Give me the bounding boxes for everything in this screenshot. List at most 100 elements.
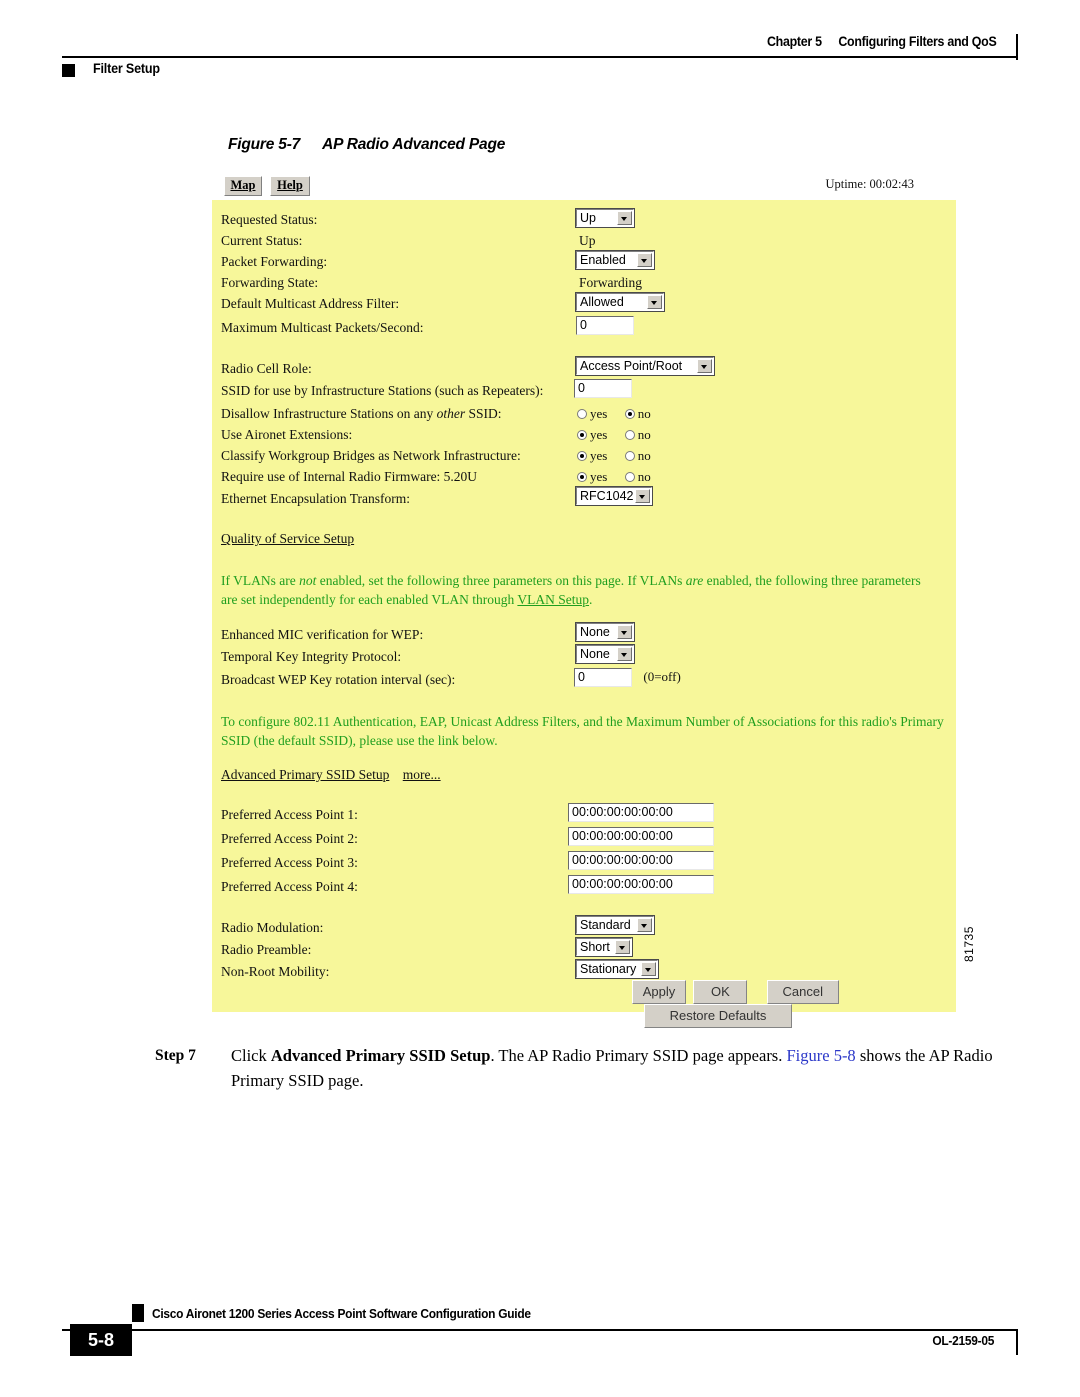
radio-indicator-selected[interactable] [624,409,635,419]
chevron-down-icon[interactable] [697,359,712,373]
apply-button[interactable]: Apply [632,980,686,1004]
preferred-ap-2-input[interactable]: 00:00:00:00:00:00 [568,827,714,846]
radio-indicator-selected[interactable] [577,451,587,461]
preferred-ap-4-input[interactable]: 00:00:00:00:00:00 [568,875,714,894]
radio-indicator[interactable] [624,451,635,461]
chevron-down-icon[interactable] [615,940,630,954]
vlan-setup-link[interactable]: VLAN Setup [517,592,589,607]
label-ssid-infrastructure: SSID for use by Infrastructure Stations … [221,383,544,398]
ap-radio-advanced-screenshot: Map Help Uptime: 00:02:43 Requested Stat… [212,172,956,1028]
figure-cross-reference[interactable]: Figure 5-8 [786,1046,855,1065]
label-aironet-extensions: Use Aironet Extensions: [221,427,353,442]
enhanced-mic-select[interactable]: None [575,622,635,642]
label-ethernet-encapsulation: Ethernet Encapsulation Transform: [221,491,410,506]
header-chapter-title: Configuring Filters and QoS [837,34,996,49]
chevron-down-icon[interactable] [641,962,656,976]
page-running-head: Chapter 5 Configuring Filters and QoS Fil… [62,28,1018,78]
preferred-ap-3-input[interactable]: 00:00:00:00:00:00 [568,851,714,870]
advanced-primary-ssid-links[interactable]: Advanced Primary SSID Setup more... [221,767,441,783]
label-internal-radio-firmware: Require use of Internal Radio Firmware: … [221,469,478,484]
default-multicast-filter-select[interactable]: Allowed [575,292,665,312]
label-classify-workgroup-bridges: Classify Workgroup Bridges as Network In… [221,448,521,463]
chevron-down-icon[interactable] [637,918,652,932]
figure-id-number: 81735 [962,926,976,962]
label-forwarding-state: Forwarding State: [221,275,319,290]
label-enhanced-mic: Enhanced MIC verification for WEP: [221,627,424,642]
radio-modulation-select[interactable]: Standard [575,915,655,935]
page-number: 5-8 [70,1324,132,1356]
internal-firmware-radiogroup[interactable]: yes no [577,469,665,485]
label-radio-preamble: Radio Preamble: [221,942,312,957]
footer-guide-title: Cisco Aironet 1200 Series Access Point S… [152,1306,531,1321]
disallow-infrastructure-radiogroup[interactable]: yes no [577,406,665,422]
step-text: Click Advanced Primary SSID Setup. The A… [231,1046,993,1090]
aironet-extensions-radiogroup[interactable]: yes no [577,427,665,443]
label-max-multicast-packets: Maximum Multicast Packets/Second: [221,320,424,335]
classify-workgroup-bridges-radiogroup[interactable]: yes no [577,448,665,464]
disallow-infrastructure-yes[interactable]: yes [577,406,607,422]
form-action-buttons: Apply OK Cancel Restore Defaults [632,980,956,1028]
packet-forwarding-select[interactable]: Enabled [575,250,655,270]
label-preferred-ap-2: Preferred Access Point 2: [221,831,358,846]
label-default-multicast-filter: Default Multicast Address Filter: [221,296,400,311]
label-packet-forwarding: Packet Forwarding: [221,254,328,269]
qos-setup-link[interactable]: Quality of Service Setup [221,531,354,547]
forwarding-state-value: Forwarding [579,275,642,290]
label-preferred-ap-3: Preferred Access Point 3: [221,855,358,870]
radio-preamble-select[interactable]: Short [575,937,633,957]
preferred-ap-1-input[interactable]: 00:00:00:00:00:00 [568,803,714,822]
label-requested-status: Requested Status: [221,212,318,227]
uptime-label: Uptime: 00:02:43 [825,177,914,191]
ok-button[interactable]: OK [693,980,748,1004]
max-multicast-packets-input[interactable]: 0 [576,316,634,335]
wep-rotation-note: (0=off) [643,669,681,684]
more-link[interactable]: more... [403,767,441,782]
map-button[interactable]: Map [224,176,262,196]
label-radio-cell-role: Radio Cell Role: [221,361,312,376]
chevron-down-icon[interactable] [617,647,632,661]
header-rule [62,56,1018,59]
aironet-extensions-no[interactable]: no [624,427,651,443]
header-chapter-number: Chapter 5 [766,34,822,49]
cancel-button[interactable]: Cancel [766,980,839,1004]
step-label: Step 7 [155,1047,196,1064]
footer-square-marker [132,1304,144,1322]
non-root-mobility-select[interactable]: Stationary [575,959,659,979]
ssid-infrastructure-input[interactable]: 0 [574,379,632,398]
document-id: OL-2159-05 [932,1333,994,1348]
classify-wgb-no[interactable]: no [624,448,651,464]
chevron-down-icon[interactable] [635,489,650,503]
aironet-extensions-yes[interactable]: yes [577,427,607,443]
label-non-root-mobility: Non-Root Mobility: [221,964,330,979]
ethernet-encapsulation-select[interactable]: RFC1042 [575,486,653,506]
chevron-down-icon[interactable] [647,295,662,309]
figure-title: AP Radio Advanced Page [322,136,506,153]
header-section-title: Filter Setup [93,61,160,76]
classify-wgb-yes[interactable]: yes [577,448,607,464]
disallow-infrastructure-no[interactable]: no [624,406,651,422]
tkip-select[interactable]: None [575,644,635,664]
chevron-down-icon[interactable] [617,625,632,639]
label-current-status: Current Status: [221,233,303,248]
wep-rotation-input[interactable]: 0 (0=off) [574,668,681,687]
header-square-marker [62,64,75,77]
chevron-down-icon[interactable] [637,253,652,267]
radio-indicator[interactable] [577,409,587,419]
requested-status-select[interactable]: Up [575,208,635,228]
chevron-down-icon[interactable] [617,211,632,225]
help-button[interactable]: Help [270,176,310,196]
browser-toolbar: Map Help Uptime: 00:02:43 [212,172,956,200]
vlan-note: If VLANs are not enabled, set the follow… [221,573,921,607]
primary-ssid-note: To configure 802.11 Authentication, EAP,… [221,714,944,748]
internal-firmware-no[interactable]: no [624,469,651,485]
radio-indicator-selected[interactable] [577,430,587,440]
footer-rule [62,1329,1018,1332]
advanced-primary-ssid-setup-link[interactable]: Advanced Primary SSID Setup [221,767,389,782]
label-preferred-ap-4: Preferred Access Point 4: [221,879,358,894]
radio-cell-role-select[interactable]: Access Point/Root [575,356,715,376]
radio-indicator[interactable] [624,430,635,440]
restore-defaults-button[interactable]: Restore Defaults [644,1004,792,1028]
radio-indicator-selected[interactable] [577,472,587,482]
internal-firmware-yes[interactable]: yes [577,469,607,485]
radio-indicator[interactable] [624,472,635,482]
